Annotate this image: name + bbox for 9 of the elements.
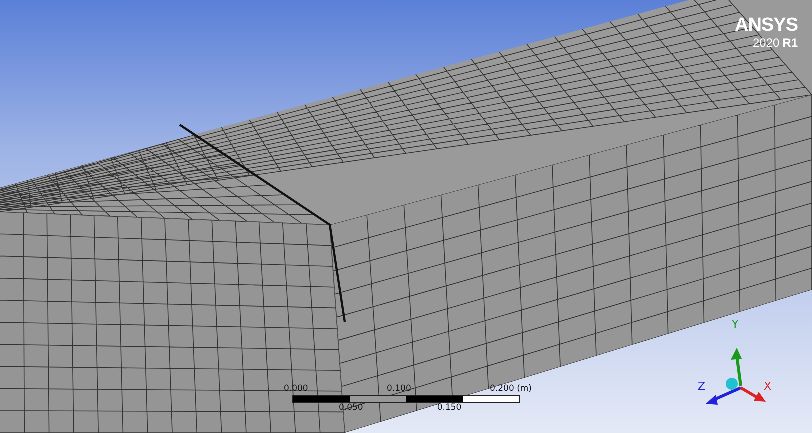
- axis-label: X: [764, 380, 772, 393]
- scale-label: 0.100: [387, 384, 412, 394]
- axis-label: Z: [698, 380, 706, 393]
- scale-label: 0.200 (m): [490, 384, 532, 394]
- scale-label: 0.150: [437, 403, 462, 413]
- axis-label: Y: [732, 318, 739, 331]
- origin-sphere-icon: [726, 378, 738, 390]
- scale-label: 0.050: [339, 403, 364, 413]
- version-release-text: R1: [782, 36, 798, 50]
